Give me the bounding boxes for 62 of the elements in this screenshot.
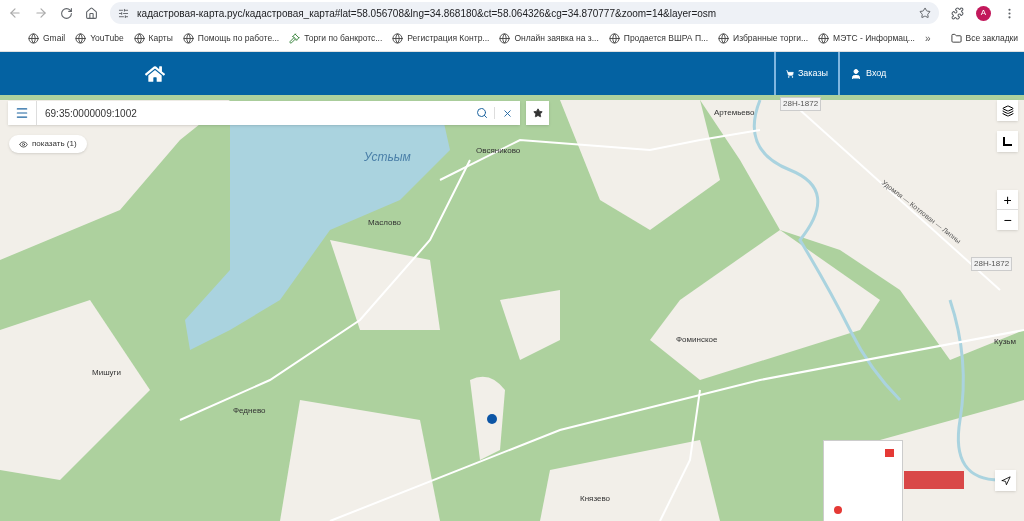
globe-icon [718,33,730,44]
road-number-label: 28Н-1872 [780,97,822,111]
address-bar[interactable]: кадастровая-карта.рус/кадастровая_карта#lat=58.056708&lng=34.868180&ct=58.064326&cg=34.870777&zoom=14&layer=osm [110,2,939,24]
clear-icon[interactable] [502,107,513,119]
cart-icon [786,67,794,80]
bookmark-item[interactable]: Избранные торги... [718,32,809,45]
bookmark-item[interactable]: Помощь по работе... [182,32,280,45]
home-icon[interactable] [145,63,165,84]
search-input[interactable]: 69:35:0000009:1002 [37,105,470,121]
bookmark-item[interactable]: Онлайн заявка на з... [499,32,599,45]
layers-button[interactable] [997,100,1018,121]
road-number-label: 28Н-1872 [971,257,1013,271]
place-label: Князево [580,493,611,505]
menu-icon[interactable] [15,106,29,120]
place-label: Фоминское [676,334,718,346]
bookmark-star-icon[interactable] [919,7,931,19]
place-label: Кузьм [994,336,1016,348]
profile-avatar[interactable]: A [976,5,991,21]
globe-icon [133,33,145,44]
zoom-out-button[interactable]: − [997,210,1018,230]
site-info-icon[interactable] [118,7,129,19]
search-bar[interactable]: 69:35:0000009:1002 [8,101,520,125]
measure-button[interactable] [997,131,1018,152]
globe-icon [182,33,194,44]
bookmark-item[interactable]: Регистрация Контр... [392,32,490,45]
locate-button[interactable] [995,470,1016,491]
place-label: Маслово [368,217,402,229]
place-label: Артемьево [714,107,755,119]
gavel-icon [289,33,301,44]
locate-icon [1000,475,1011,486]
bookmark-item[interactable]: YouTube [75,32,124,45]
globe-icon [499,33,511,44]
bookmark-item[interactable]: Продается ВШРА П... [608,32,709,45]
all-bookmarks-button[interactable]: Все закладки [950,32,1019,45]
globe-icon [28,33,39,44]
corner-icon [1003,137,1012,146]
star-icon [532,108,543,118]
bookmark-item[interactable]: Gmail [28,32,66,45]
layers-icon [1001,104,1014,117]
globe-icon [75,33,87,44]
globe-icon [392,33,404,44]
globe-icon [608,33,620,44]
globe-icon [818,33,830,44]
user-icon [850,67,862,80]
reload-icon[interactable] [60,6,73,20]
home-icon[interactable] [85,6,98,20]
eye-icon [19,139,28,149]
bookmark-item[interactable]: Карты [133,32,173,45]
search-icon[interactable] [476,107,488,119]
place-label: Феднево [233,405,266,417]
url-text: кадастровая-карта.рус/кадастровая_карта#lat=58.056708&lng=34.868180&ct=58.064326&cg=34.870777&zoom=14&layer=osm [137,6,718,21]
show-button[interactable]: показать (1) [9,135,87,153]
place-label: Мишуги [92,367,121,379]
folder-icon [950,33,962,44]
more-bookmarks-button[interactable]: » [924,31,931,46]
zoom-in-button[interactable]: + [997,190,1018,210]
lake-label: Устьым [364,149,411,166]
parcel-marker[interactable] [487,414,497,424]
extensions-icon[interactable] [951,6,964,20]
bookmark-item[interactable]: Торги по банкротс... [289,32,383,45]
bookmark-item[interactable]: МЭТС - Информац... [818,32,915,45]
favorites-button[interactable] [526,101,549,125]
